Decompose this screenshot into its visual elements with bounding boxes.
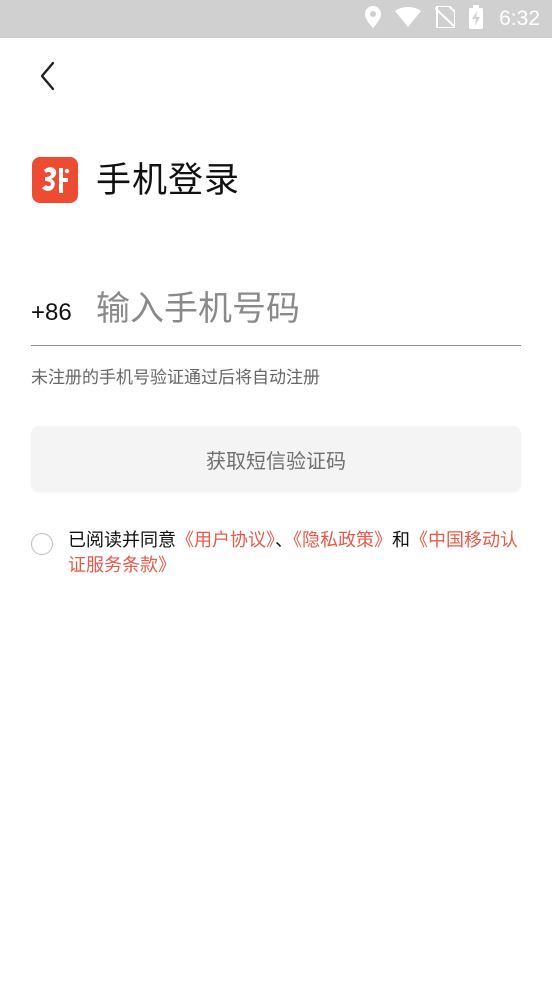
chevron-left-icon: [38, 60, 58, 96]
agreement-prefix: 已阅读并同意: [68, 530, 176, 551]
page-title: 手机登录: [96, 161, 241, 201]
app-logo: [32, 157, 78, 203]
back-button[interactable]: [30, 58, 66, 98]
battery-charging-icon: [469, 5, 484, 33]
status-icons: 6:32: [365, 0, 540, 38]
status-bar: 6:32: [0, 0, 552, 38]
agreement-checkbox[interactable]: [31, 533, 53, 555]
user-agreement-link[interactable]: 《用户协议》: [176, 530, 275, 551]
phone-number-input[interactable]: [96, 284, 516, 334]
location-icon: [365, 6, 382, 32]
register-hint: 未注册的手机号验证通过后将自动注册: [31, 368, 320, 388]
agreement-and: 和: [392, 530, 410, 551]
get-sms-code-button[interactable]: 获取短信验证码: [31, 426, 521, 492]
status-time: 6:32: [499, 7, 540, 30]
no-sim-icon: [434, 5, 457, 32]
agreement-text: 已阅读并同意《用户协议》、《隐私政策》和《中国移动认证服务条款》: [68, 528, 518, 578]
country-code[interactable]: +86: [31, 296, 72, 330]
input-underline: [31, 345, 521, 346]
agreement-separator: 、: [275, 530, 293, 551]
wifi-icon: [395, 7, 422, 31]
privacy-policy-link[interactable]: 《隐私政策》: [293, 530, 392, 551]
